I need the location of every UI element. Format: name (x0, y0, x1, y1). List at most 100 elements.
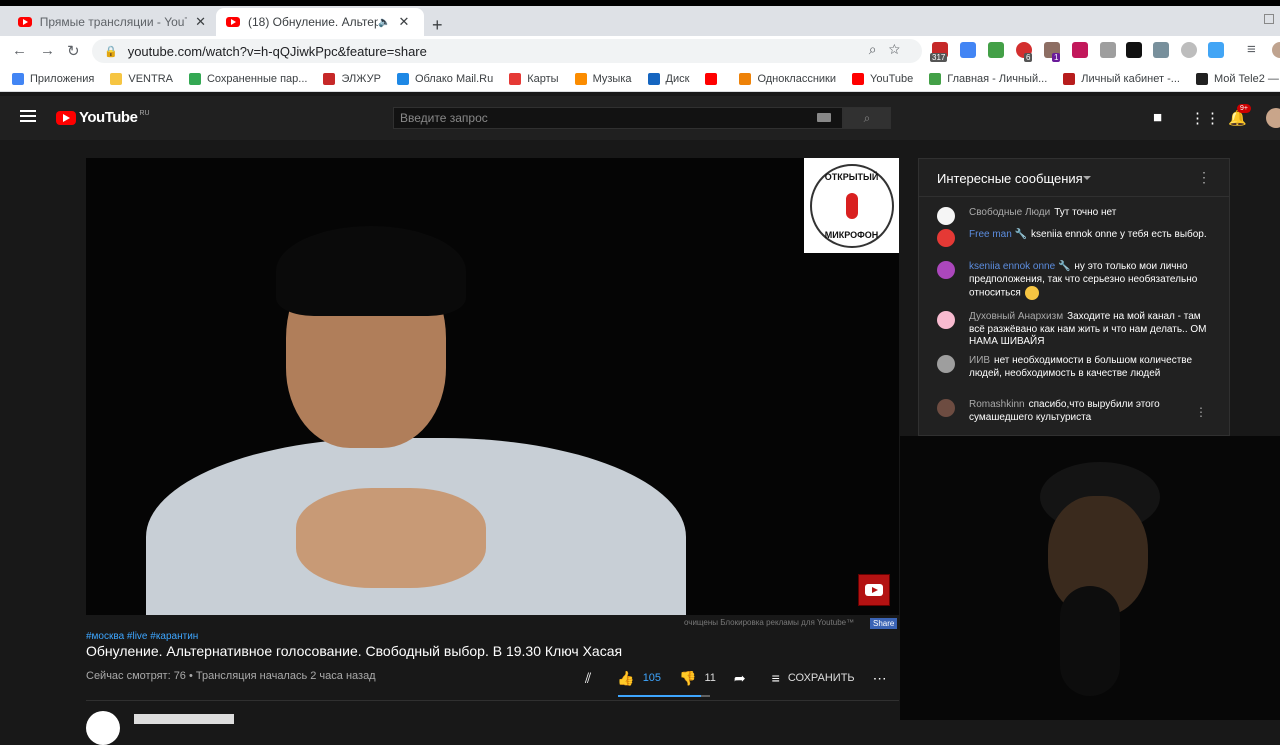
bookmark-item[interactable]: Приложения (12, 72, 94, 85)
avatar[interactable] (937, 229, 955, 247)
close-icon[interactable]: ✕ (398, 14, 409, 30)
youtube-logo[interactable]: YouTube RU (56, 109, 150, 126)
chart-stats-button[interactable]: ⫽ (585, 670, 599, 687)
new-tab-button[interactable]: + (432, 15, 443, 36)
video-frame-hands (296, 488, 486, 588)
check-extension-icon[interactable] (988, 42, 1004, 58)
bookmark-item[interactable]: Личный кабинет -... (1063, 72, 1180, 85)
tab-current-video[interactable]: (18) Обнуление. Альтернати 🔈 ✕ (216, 8, 424, 36)
chat-message[interactable]: ИИВ нет необходимости в большом количеств… (937, 355, 1207, 380)
channel-avatar[interactable] (86, 711, 120, 745)
avatar[interactable] (937, 311, 955, 329)
chat-message[interactable]: Free man 🔧 kseniia ennok onne у тебя есть… (937, 229, 1207, 247)
bookmark-label: Облако Mail.Ru (414, 72, 494, 85)
avatar[interactable] (937, 399, 955, 417)
bookmark-item[interactable]: YouTube (852, 72, 913, 85)
chat-message-body: Romashkinn спасибо,что вырубили этого сум… (969, 399, 1207, 424)
bookmark-favicon-icon (1063, 72, 1076, 85)
dislike-button[interactable]: 👎 11 (679, 670, 716, 687)
bookmark-label: Музыка (592, 72, 632, 85)
extension-badge: 317 (930, 53, 948, 62)
chat-author[interactable]: kseniia ennok onne 🔧 (969, 261, 1070, 272)
chat-author[interactable]: Свободные Люди (969, 207, 1050, 218)
chat-message-body: Free man 🔧 kseniia ennok onne у тебя есть… (969, 229, 1207, 247)
profile-avatar[interactable] (1272, 42, 1280, 58)
video-player[interactable]: ОТКРЫТЫЙ МИКРОФОН (86, 158, 899, 615)
chat-message-body: Свободные Люди Тут точно нет (969, 207, 1116, 225)
bookmark-item[interactable]: Сохраненные пар... (188, 72, 307, 85)
pen-extension-icon[interactable] (1208, 42, 1224, 58)
tab-live-streams[interactable]: Прямые трансляции - YouTube ✕ (8, 8, 216, 36)
chevron-down-icon[interactable] (1083, 176, 1091, 180)
menu-icon[interactable] (20, 110, 36, 122)
chat-author[interactable]: Духовный Анархизм (969, 311, 1063, 322)
share-chip-button[interactable]: Share (870, 618, 898, 629)
bookmark-favicon-icon (1195, 72, 1208, 85)
browser-tab-strip: Прямые трансляции - YouTube ✕ (18) Обнул… (0, 6, 1280, 36)
bookmark-favicon-icon (574, 72, 587, 85)
message-menu-icon[interactable]: ⋮ (1195, 405, 1207, 419)
bookmark-item[interactable]: Диск (647, 72, 689, 85)
bookmark-item[interactable]: Мой Tele2 — новы... (1195, 72, 1280, 85)
chat-message[interactable]: kseniia ennok onne 🔧 ну это только мои ли… (937, 261, 1207, 300)
more-actions-button[interactable]: ⋯ (873, 670, 895, 687)
keyboard-icon[interactable] (817, 113, 831, 122)
notification-badge: 9+ (1237, 104, 1251, 113)
chat-mode-dropdown[interactable]: Интересные сообщения (937, 171, 1083, 186)
save-button[interactable]: ≡ СОХРАНИТЬ (772, 670, 855, 686)
restore-window-button[interactable] (1264, 14, 1274, 24)
bookmark-item[interactable]: ЭЛЖУР (323, 72, 381, 85)
forward-arrow-icon[interactable]: → (40, 42, 55, 59)
avatar[interactable] (937, 261, 955, 279)
video-hashtags[interactable]: #москва #live #карантин (86, 631, 198, 642)
subscribe-watermark-button[interactable] (858, 574, 890, 606)
bookmark-item[interactable] (705, 72, 723, 85)
bookmark-item[interactable]: Главная - Личный... (929, 72, 1047, 85)
bookmark-item[interactable]: Одноклассники (739, 72, 836, 85)
chat-author[interactable]: Romashkinn (969, 399, 1025, 410)
bookmark-label: Мой Tele2 — новы... (1213, 72, 1280, 85)
chat-message[interactable]: Духовный Анархизм Заходите на мой канал -… (937, 311, 1207, 349)
like-count: 105 (642, 672, 662, 684)
mask-extension-icon[interactable] (1126, 42, 1142, 58)
youtube-play-icon (56, 110, 76, 125)
reload-icon[interactable]: ↻ (67, 42, 80, 60)
bookmark-item[interactable]: Облако Mail.Ru (396, 72, 494, 85)
more-vertical-icon[interactable]: ⋮ (1197, 169, 1211, 186)
open-microphone-logo: ОТКРЫТЫЙ МИКРОФОН (804, 158, 899, 253)
bookmark-item[interactable]: VENTRA (110, 72, 173, 85)
youtube-play-icon (865, 584, 883, 596)
avatar[interactable] (937, 207, 955, 225)
bookmark-item[interactable]: Музыка (574, 72, 632, 85)
bookmark-item[interactable]: Карты (509, 72, 559, 85)
search-input[interactable]: Введите запрос (393, 107, 843, 129)
close-icon[interactable]: ✕ (195, 14, 206, 30)
shield-extension-icon[interactable] (1153, 42, 1169, 58)
avatar[interactable] (1266, 108, 1280, 128)
back-arrow-icon[interactable]: ← (12, 42, 27, 59)
apps-grid-icon[interactable]: ⋮⋮ (1190, 109, 1220, 127)
chat-message[interactable]: Свободные Люди Тут точно нет (937, 207, 1207, 225)
youtube-favicon-icon (226, 17, 240, 27)
chat-author[interactable]: Free man 🔧 (969, 229, 1027, 240)
reading-list-icon[interactable]: ≡ (1247, 41, 1256, 58)
bookmark-favicon-icon (188, 72, 201, 85)
clipboard-extension-icon[interactable] (1100, 42, 1116, 58)
avatar[interactable] (937, 355, 955, 373)
chat-message-body: kseniia ennok onne 🔧 ну это только мои ли… (969, 261, 1207, 300)
chat-author[interactable]: ИИВ (969, 355, 990, 366)
adblock-note: очищены Блокировка рекламы для Youtube™ (684, 618, 855, 627)
circle-extension-icon[interactable] (1181, 42, 1197, 58)
address-bar[interactable]: 🔒 youtube.com/watch?v=h-qQJiwkPpc&featur… (92, 39, 922, 63)
video-title: Обнуление. Альтернативное голосование. С… (86, 643, 623, 659)
chat-message[interactable]: Romashkinn спасибо,что вырубили этого сум… (937, 399, 1207, 424)
translate-extension-icon[interactable] (960, 42, 976, 58)
create-video-icon[interactable]: ■ (1153, 109, 1162, 126)
dislike-count: 11 (704, 672, 716, 684)
like-button[interactable]: 👍 105 (617, 670, 661, 687)
zoom-and-bookmark-icons[interactable]: ⌕☆ (869, 41, 912, 58)
speaker-icon[interactable]: 🔈 (378, 17, 390, 28)
share-button[interactable]: ➦ (734, 670, 754, 687)
video-extension-icon[interactable] (1072, 42, 1088, 58)
search-button[interactable]: ⌕ (843, 107, 891, 129)
